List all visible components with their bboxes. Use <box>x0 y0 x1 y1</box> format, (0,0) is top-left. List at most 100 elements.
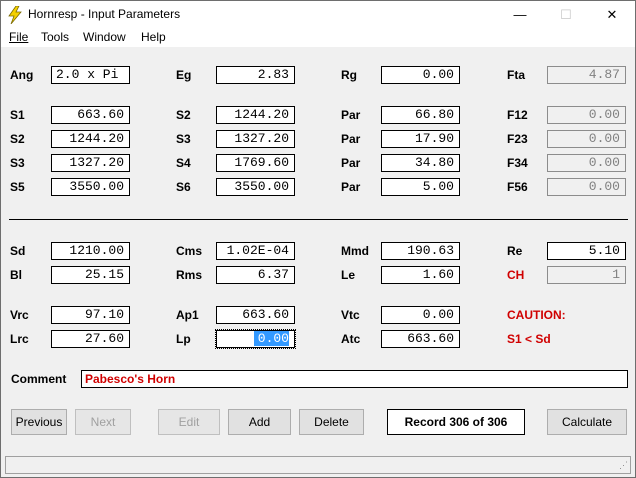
previous-button-label: Previous <box>15 415 63 429</box>
s2-field[interactable]: 1244.20 <box>216 106 295 124</box>
window-title: Hornresp - Input Parameters <box>28 7 181 21</box>
re-field[interactable]: 5.10 <box>547 242 626 260</box>
next-button[interactable]: Next <box>75 409 131 435</box>
delete-button-label: Delete <box>314 415 349 429</box>
ap1-label: Ap1 <box>176 308 199 322</box>
s3-field[interactable]: 1327.20 <box>216 130 295 148</box>
menu-file[interactable]: File <box>9 30 28 44</box>
minimize-button[interactable]: — <box>497 1 543 29</box>
lrc-field[interactable]: 27.60 <box>51 330 130 348</box>
delete-button[interactable]: Delete <box>299 409 364 435</box>
lrc-label: Lrc <box>10 332 29 346</box>
f56-field: 0.00 <box>547 178 626 196</box>
lp-field[interactable]: 0.00 <box>215 329 296 349</box>
f12-field: 0.00 <box>547 106 626 124</box>
s2-label: S2 <box>176 108 191 122</box>
s1-label: S1 <box>10 108 25 122</box>
ch-label: CH <box>507 268 525 282</box>
edit-button-label: Edit <box>178 415 200 429</box>
par3-field[interactable]: 34.80 <box>381 154 460 172</box>
ang-label: Ang <box>10 68 34 82</box>
s4-label: S4 <box>176 156 191 170</box>
lp-label: Lp <box>176 332 191 346</box>
par4-label: Par <box>341 180 361 194</box>
s6-field[interactable]: 3550.00 <box>216 178 295 196</box>
s4-field[interactable]: 1769.60 <box>216 154 295 172</box>
mmd-field[interactable]: 190.63 <box>381 242 460 260</box>
le-field[interactable]: 1.60 <box>381 266 460 284</box>
maximize-button[interactable]: ☐ <box>543 1 589 29</box>
par1-field[interactable]: 66.80 <box>381 106 460 124</box>
atc-label: Atc <box>341 332 361 346</box>
record-indicator: Record 306 of 306 <box>387 409 525 435</box>
rg-field[interactable]: 0.00 <box>381 66 460 84</box>
menu-tools-label: Tools <box>41 30 70 44</box>
ang-field[interactable]: 2.0 x Pi <box>51 66 130 84</box>
cms-label: Cms <box>176 244 203 258</box>
caution-message: S1 < Sd <box>507 332 551 346</box>
next-button-label: Next <box>90 415 116 429</box>
rg-label: Rg <box>341 68 357 82</box>
lightning-app-icon <box>8 6 22 24</box>
eg-field[interactable]: 2.83 <box>216 66 295 84</box>
par2-field[interactable]: 17.90 <box>381 130 460 148</box>
bl-label: Bl <box>10 268 22 282</box>
status-bar: ⋰ <box>5 456 631 474</box>
par3-label: Par <box>341 156 361 170</box>
f12-label: F12 <box>507 108 528 122</box>
sd-field[interactable]: 1210.00 <box>51 242 130 260</box>
vrc-label: Vrc <box>10 308 29 322</box>
menu-help-label: Help <box>141 30 166 44</box>
menu-help[interactable]: Help <box>141 30 166 44</box>
f23-field: 0.00 <box>547 130 626 148</box>
previous-button[interactable]: Previous <box>11 409 67 435</box>
s3-label: S3 <box>176 132 191 146</box>
lp-field-value: 0.00 <box>253 331 289 346</box>
cms-field[interactable]: 1.02E-04 <box>216 242 295 260</box>
le-label: Le <box>341 268 356 282</box>
par4-field[interactable]: 5.00 <box>381 178 460 196</box>
menu-window-label: Window <box>83 30 126 44</box>
s2b-field[interactable]: 1244.20 <box>51 130 130 148</box>
atc-field[interactable]: 663.60 <box>381 330 460 348</box>
close-button[interactable]: ✕ <box>589 1 635 29</box>
vtc-label: Vtc <box>341 308 360 322</box>
menu-bar: File Tools Window Help <box>1 29 635 47</box>
eg-label: Eg <box>176 68 192 82</box>
comment-label: Comment <box>11 372 67 386</box>
caution-title: CAUTION: <box>507 308 566 322</box>
f56-label: F56 <box>507 180 528 194</box>
app-window: Hornresp - Input Parameters — ☐ ✕ File T… <box>0 0 636 478</box>
sd-label: Sd <box>10 244 26 258</box>
add-button-label: Add <box>248 415 271 429</box>
menu-window[interactable]: Window <box>83 30 126 44</box>
section-divider <box>9 219 628 220</box>
s2b-label: S2 <box>10 132 25 146</box>
vrc-field[interactable]: 97.10 <box>51 306 130 324</box>
fta-field: 4.87 <box>547 66 626 84</box>
rms-field[interactable]: 6.37 <box>216 266 295 284</box>
vtc-field[interactable]: 0.00 <box>381 306 460 324</box>
s5-label: S5 <box>10 180 25 194</box>
s3b-field[interactable]: 1327.20 <box>51 154 130 172</box>
re-label: Re <box>507 244 523 258</box>
resize-grip-icon[interactable]: ⋰ <box>619 460 628 471</box>
edit-button[interactable]: Edit <box>158 409 220 435</box>
calculate-button[interactable]: Calculate <box>547 409 627 435</box>
fta-label: Fta <box>507 68 525 82</box>
f23-label: F23 <box>507 132 528 146</box>
s5-field[interactable]: 3550.00 <box>51 178 130 196</box>
ap1-field[interactable]: 663.60 <box>216 306 295 324</box>
f34-field: 0.00 <box>547 154 626 172</box>
comment-field[interactable]: Pabesco's Horn <box>81 370 628 388</box>
title-bar[interactable]: Hornresp - Input Parameters — ☐ ✕ <box>1 1 635 29</box>
calculate-button-label: Calculate <box>561 415 613 429</box>
add-button[interactable]: Add <box>228 409 291 435</box>
s6-label: S6 <box>176 180 191 194</box>
rms-label: Rms <box>176 268 203 282</box>
menu-tools[interactable]: Tools <box>41 30 69 44</box>
s3b-label: S3 <box>10 156 25 170</box>
bl-field[interactable]: 25.15 <box>51 266 130 284</box>
s1-field[interactable]: 663.60 <box>51 106 130 124</box>
menu-file-label: File <box>9 30 29 44</box>
